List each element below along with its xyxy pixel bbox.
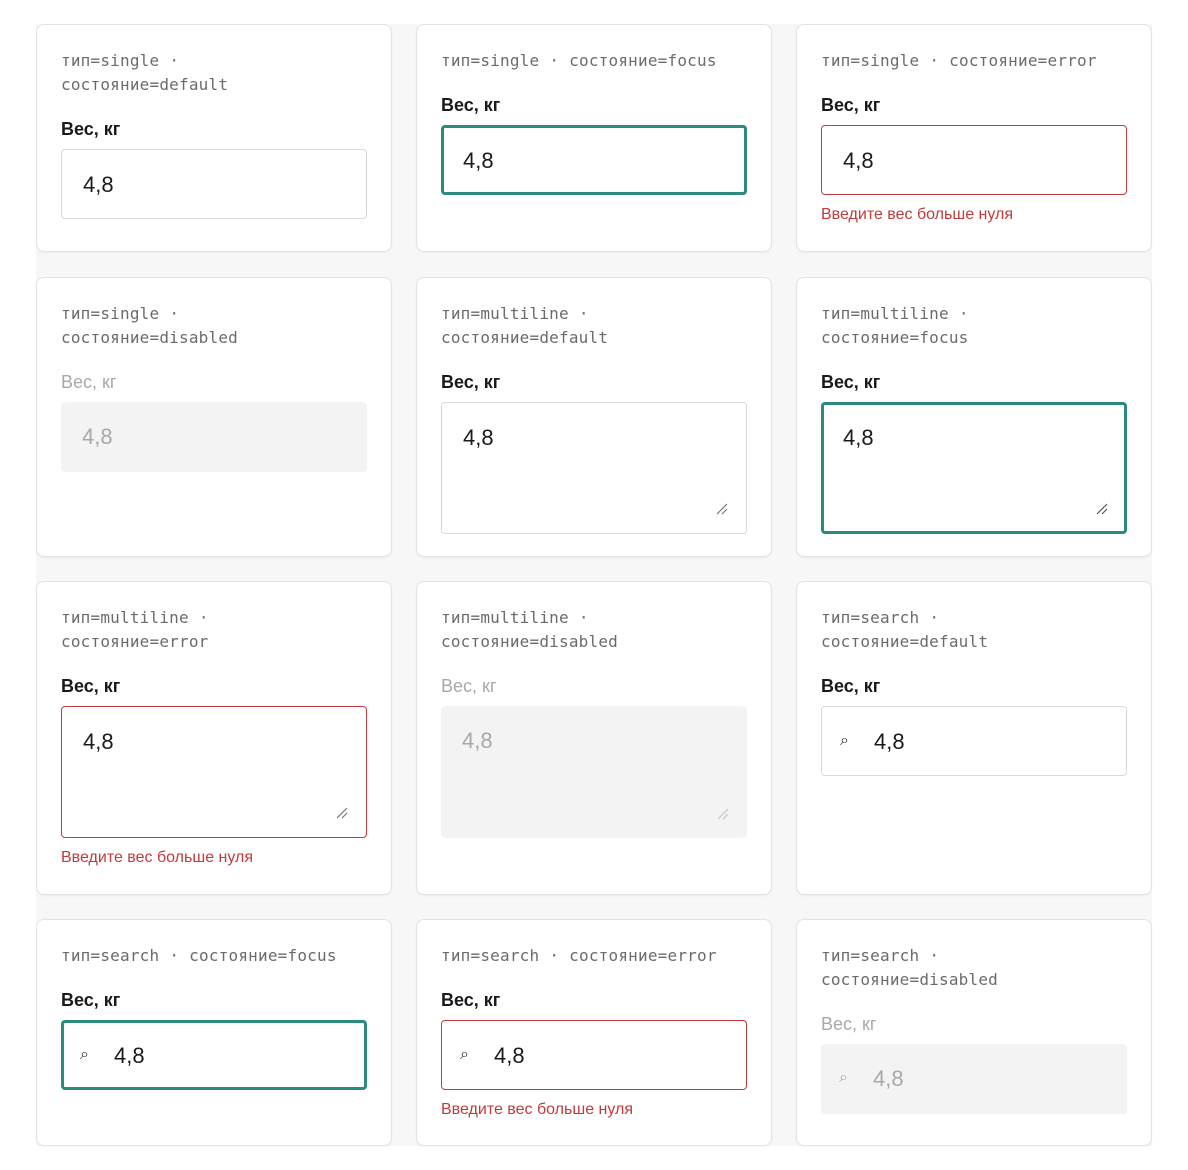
weight-textarea[interactable]: 4,8	[821, 402, 1127, 534]
weight-search-input[interactable]: ⌕ 4,8	[441, 1020, 747, 1090]
error-message: Введите вес больше нуля	[441, 1101, 634, 1118]
field-label: Вес, кг	[61, 119, 121, 139]
variant-type: тип=multiline	[441, 304, 569, 323]
variants-board: тип=single · состояние=default Вес, кг 4,8…	[36, 24, 1152, 1146]
card-multiline-focus: тип=multiline · состояние=focus Вес, кг 4,…	[796, 277, 1152, 557]
field-label: Вес, кг	[441, 95, 501, 115]
card-single-focus: тип=single · состояние=focus Вес, кг 4,8	[416, 24, 772, 252]
variant-state: состояние=focus	[189, 946, 337, 965]
input-value: 4,8	[463, 425, 494, 450]
weight-input[interactable]: 4,8	[441, 125, 747, 195]
card-single-error: тип=single · состояние=error Вес, кг 4,8 В…	[796, 24, 1152, 252]
variant-state: состояние=focus	[821, 328, 969, 347]
variant-state: состояние=error	[569, 946, 717, 965]
error-message: Введите вес больше нуля	[821, 206, 1014, 223]
resize-handle-icon[interactable]	[716, 503, 728, 515]
field-label: Вес, кг	[821, 372, 881, 392]
field-label: Вес, кг	[61, 676, 121, 696]
variant-state: состояние=default	[821, 632, 989, 651]
input-value: 4,8	[463, 148, 494, 173]
variant-state: состояние=focus	[569, 51, 717, 70]
variant-tag: тип=search · состояние=disabled	[821, 946, 998, 989]
input-value: 4,8	[494, 1043, 525, 1068]
weight-textarea[interactable]: 4,8	[441, 402, 747, 534]
input-value: 4,8	[874, 729, 905, 754]
input-value: 4,8	[83, 729, 114, 754]
field-label: Вес, кг	[441, 676, 497, 696]
search-icon: ⌕	[839, 1069, 848, 1086]
weight-textarea: 4,8	[441, 706, 747, 838]
field-label: Вес, кг	[821, 1014, 877, 1034]
variant-type: тип=search	[441, 946, 540, 965]
card-multiline-error: тип=multiline · состояние=error Вес, кг 4,…	[36, 581, 392, 895]
search-icon: ⌕	[80, 1046, 89, 1063]
input-value: 4,8	[873, 1066, 904, 1091]
card-search-default: тип=search · состояние=default Вес, кг ⌕ 4…	[796, 581, 1152, 895]
variant-type: тип=multiline	[821, 304, 949, 323]
variant-state: состояние=error	[61, 632, 209, 651]
resize-handle-icon[interactable]	[1096, 503, 1108, 515]
variant-tag: тип=single · состояние=disabled	[61, 304, 238, 347]
variant-state: состояние=disabled	[821, 970, 998, 989]
card-multiline-disabled: тип=multiline · состояние=disabled Вес, кг…	[416, 581, 772, 895]
variant-tag: тип=multiline · состояние=focus	[821, 304, 969, 347]
field-label: Вес, кг	[821, 676, 881, 696]
weight-textarea[interactable]: 4,8	[61, 706, 367, 838]
variant-state: состояние=disabled	[441, 632, 618, 651]
search-icon: ⌕	[840, 732, 849, 749]
input-value: 4,8	[82, 424, 113, 449]
card-single-disabled: тип=single · состояние=disabled Вес, кг 4,…	[36, 277, 392, 557]
input-value: 4,8	[462, 728, 493, 753]
variant-tag: тип=multiline · состояние=error	[61, 608, 209, 651]
variant-tag: тип=multiline · состояние=disabled	[441, 608, 618, 651]
weight-input[interactable]: 4,8	[61, 149, 367, 219]
variant-tag: тип=search · состояние=default	[821, 608, 989, 651]
variant-type: тип=search	[61, 946, 160, 965]
weight-search-input[interactable]: ⌕ 4,8	[61, 1020, 367, 1090]
variant-tag: тип=search · состояние=error	[441, 946, 717, 965]
field-label: Вес, кг	[821, 95, 881, 115]
field-label: Вес, кг	[61, 372, 117, 392]
variant-type: тип=single	[821, 51, 920, 70]
variant-state: состояние=disabled	[61, 328, 238, 347]
input-value: 4,8	[83, 172, 114, 197]
variant-state: состояние=error	[949, 51, 1097, 70]
search-icon: ⌕	[460, 1046, 469, 1063]
resize-handle-icon[interactable]	[336, 807, 348, 819]
card-search-error: тип=search · состояние=error Вес, кг ⌕ 4,8…	[416, 919, 772, 1146]
error-message: Введите вес больше нуля	[61, 849, 254, 866]
input-value: 4,8	[114, 1043, 145, 1068]
variant-type: тип=single	[441, 51, 540, 70]
card-search-disabled: тип=search · состояние=disabled Вес, кг ⌕ …	[796, 919, 1152, 1146]
resize-handle-icon	[717, 808, 729, 820]
weight-input[interactable]: 4,8	[821, 125, 1127, 195]
field-label: Вес, кг	[441, 990, 501, 1010]
card-single-default: тип=single · состояние=default Вес, кг 4,8	[36, 24, 392, 252]
input-value: 4,8	[843, 425, 874, 450]
variant-state: состояние=default	[441, 328, 609, 347]
variant-type: тип=multiline	[61, 608, 189, 627]
card-search-focus: тип=search · состояние=focus Вес, кг ⌕ 4,8	[36, 919, 392, 1146]
weight-search-input[interactable]: ⌕ 4,8	[821, 706, 1127, 776]
variant-type: тип=single	[61, 51, 160, 70]
card-multiline-default: тип=multiline · состояние=default Вес, кг …	[416, 277, 772, 557]
variant-type: тип=search	[821, 946, 920, 965]
variant-type: тип=multiline	[441, 608, 569, 627]
variant-tag: тип=single · состояние=focus	[441, 51, 717, 70]
field-label: Вес, кг	[441, 372, 501, 392]
weight-input: 4,8	[61, 402, 367, 472]
variant-tag: тип=multiline · состояние=default	[441, 304, 609, 347]
field-label: Вес, кг	[61, 990, 121, 1010]
variant-type: тип=single	[61, 304, 160, 323]
variant-type: тип=search	[821, 608, 920, 627]
variant-tag: тип=search · состояние=focus	[61, 946, 337, 965]
input-value: 4,8	[843, 148, 874, 173]
variant-state: состояние=default	[61, 75, 229, 94]
weight-search-input: ⌕ 4,8	[821, 1044, 1127, 1114]
variant-tag: тип=single · состояние=error	[821, 51, 1097, 70]
variant-tag: тип=single · состояние=default	[61, 51, 229, 94]
